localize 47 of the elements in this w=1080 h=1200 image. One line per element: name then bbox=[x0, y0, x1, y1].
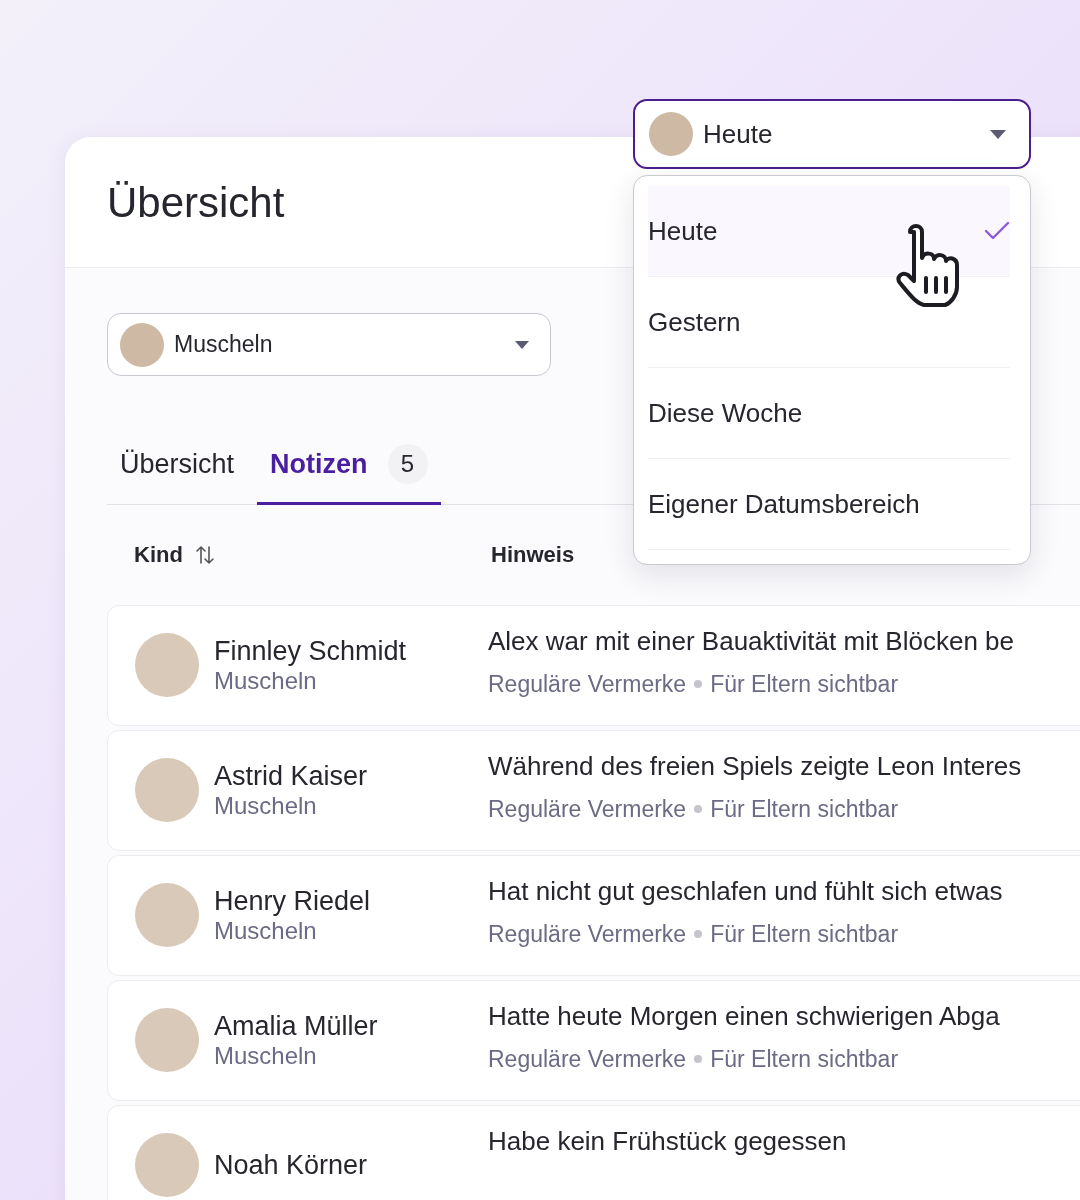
count-badge: 5 bbox=[387, 444, 428, 484]
child-name: Astrid Kaiser bbox=[214, 760, 368, 792]
group-avatar bbox=[649, 112, 693, 156]
column-header: Hinweis bbox=[491, 541, 575, 568]
tab[interactable]: Übersicht bbox=[107, 434, 248, 505]
caret-icon bbox=[989, 128, 1007, 140]
note-row[interactable]: Astrid Kaiser Muscheln Während des freien Spiels zeigte Leon Interes Reguläre Vermerke Für Eltern sichtbar bbox=[107, 729, 1080, 851]
note-category: Reguläre Vermerke bbox=[488, 670, 687, 698]
group-avatar bbox=[120, 322, 164, 367]
visibility-label: Für Eltern sichtbar bbox=[710, 920, 899, 948]
group-name: Muscheln bbox=[214, 666, 318, 695]
tab[interactable]: Notizen 5 bbox=[257, 434, 441, 505]
group-name: Muscheln bbox=[214, 791, 318, 820]
note-text: Während des freien Spiels zeigte Leon Interes bbox=[488, 750, 1022, 782]
check-icon bbox=[984, 221, 1010, 241]
note-text: Alex war mit einer Bauaktivität mit Blöcken be bbox=[488, 625, 1014, 657]
note-category: Reguläre Vermerke bbox=[488, 795, 687, 823]
note-text: Habe kein Frühstück gegessen bbox=[488, 1125, 847, 1157]
child-name: Finnley Schmidt bbox=[214, 635, 407, 667]
note-row[interactable]: Amalia Müller Muscheln Hatte heute Morgen einen schwierigen Abga Reguläre Vermerke Für Eltern sichtbar bbox=[107, 979, 1080, 1101]
separator-dot bbox=[694, 1055, 703, 1063]
menu-item[interactable]: Heute bbox=[648, 186, 1010, 277]
separator-dot bbox=[694, 680, 703, 688]
column-header: Kind bbox=[134, 541, 183, 568]
separator-dot bbox=[694, 805, 703, 813]
menu-item[interactable]: Eigener Datumsbereich bbox=[648, 459, 1010, 550]
group-name: Muscheln bbox=[214, 1041, 318, 1070]
group-name: Muscheln bbox=[214, 916, 318, 945]
page-title: Übersicht bbox=[107, 179, 285, 227]
date-select[interactable]: Heute bbox=[633, 99, 1031, 169]
note-text: Hatte heute Morgen einen schwierigen Abga bbox=[488, 1000, 1000, 1032]
note-row[interactable]: Finnley Schmidt Muscheln Alex war mit einer Bauaktivität mit Blöcken be Reguläre Vermerke Für Eltern sichtbar bbox=[107, 604, 1080, 726]
note-text: Hat nicht gut geschlafen und fühlt sich etwas bbox=[488, 875, 1003, 907]
visibility-label: Für Eltern sichtbar bbox=[710, 1045, 899, 1073]
note-category: Reguläre Vermerke bbox=[488, 1045, 687, 1073]
child-name: Henry Riedel bbox=[214, 885, 371, 917]
child-name: Amalia Müller bbox=[214, 1010, 378, 1042]
visibility-label: Für Eltern sichtbar bbox=[710, 795, 899, 823]
group-select[interactable]: Muscheln bbox=[107, 313, 551, 376]
caret-icon bbox=[514, 339, 530, 350]
note-row[interactable]: Henry Riedel Muscheln Hat nicht gut geschlafen und fühlt sich etwas Reguläre Vermerke Für Eltern sichtbar bbox=[107, 854, 1080, 976]
menu-item[interactable]: Diese Woche bbox=[648, 368, 1010, 459]
child-name: Noah Körner bbox=[214, 1149, 368, 1181]
note-category: Reguläre Vermerke bbox=[488, 920, 687, 948]
visibility-label: Für Eltern sichtbar bbox=[710, 670, 899, 698]
note-row[interactable]: Noah Körner Habe kein Frühstück gegessen bbox=[107, 1104, 1080, 1200]
separator-dot bbox=[694, 930, 703, 938]
